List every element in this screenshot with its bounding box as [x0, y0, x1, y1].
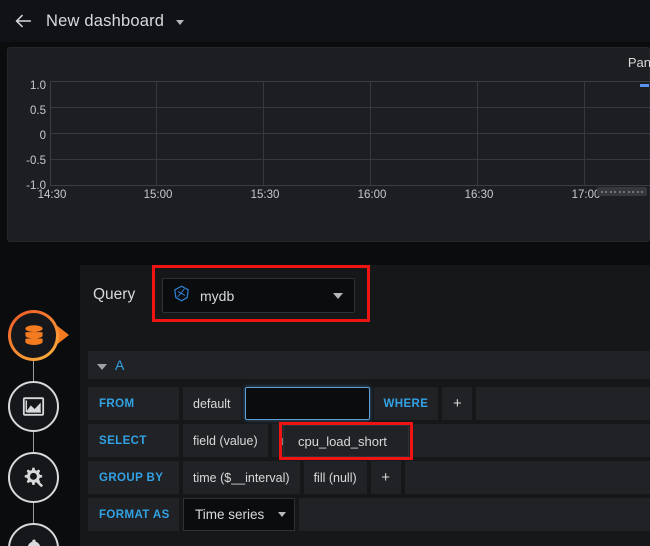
- query-editor-panel: Query mydb A FROM default WHERE + SELECT…: [80, 265, 650, 546]
- add-where-button[interactable]: +: [442, 387, 473, 420]
- grid-line-horizontal: [51, 133, 650, 134]
- query-label: Query: [93, 286, 136, 303]
- x-axis: 14:30 15:00 15:30 16:00 16:30 17:00: [8, 189, 650, 209]
- add-groupby-button[interactable]: +: [370, 461, 401, 494]
- from-policy-segment[interactable]: default: [183, 387, 241, 420]
- groupby-fill-segment[interactable]: fill (null): [303, 461, 367, 494]
- sidebar-item-alert[interactable]: [8, 523, 59, 546]
- x-tick-label: 16:30: [464, 189, 494, 201]
- plot-area[interactable]: [50, 81, 650, 186]
- grip-dot: [627, 190, 630, 193]
- where-label: WHERE: [373, 387, 439, 420]
- back-arrow-icon[interactable]: [10, 8, 36, 34]
- measurement-suggestion-item[interactable]: cpu_load_short: [283, 425, 409, 457]
- select-label: SELECT: [88, 424, 179, 457]
- panel-resize-handle[interactable]: [597, 187, 647, 196]
- grip-dot: [614, 190, 617, 193]
- x-tick-label: 15:00: [143, 189, 173, 201]
- chevron-down-icon[interactable]: [176, 20, 185, 25]
- format-as-value: Time series: [195, 507, 265, 522]
- query-row-groupby: GROUP BY time ($__interval) fill (null) …: [88, 461, 650, 494]
- query-header: Query mydb: [80, 265, 650, 325]
- dashboard-title[interactable]: New dashboard: [46, 12, 164, 31]
- sidebar-item-queries[interactable]: [8, 310, 69, 361]
- top-navigation-bar: New dashboard: [0, 0, 650, 42]
- x-tick-label: 14:30: [37, 189, 67, 201]
- y-tick-label: 0: [39, 130, 46, 142]
- grip-dot: [623, 190, 626, 193]
- grid-line-vertical: [584, 82, 585, 185]
- groupby-time-segment[interactable]: time ($__interval): [183, 461, 300, 494]
- groupby-label: GROUP BY: [88, 461, 179, 494]
- y-tick-label: 1.0: [30, 80, 46, 92]
- formatas-label: FORMAT AS: [88, 498, 179, 531]
- query-row-letter: A: [115, 357, 125, 373]
- grip-dot: [609, 190, 612, 193]
- panel-title[interactable]: Pan: [628, 55, 650, 70]
- queries-circle: [8, 310, 59, 361]
- grip-dot: [618, 190, 621, 193]
- time-series-chart: 1.0 0.5 0 -0.5 -1.0 14:30 15:00 15:30 16…: [8, 80, 650, 211]
- from-label: FROM: [88, 387, 179, 420]
- grip-dot: [600, 190, 603, 193]
- grip-dot: [605, 190, 608, 193]
- query-row-header-a[interactable]: A: [88, 351, 650, 379]
- panel-preview: Pan 1.0 0.5 0 -0.5 -1.0 14:30 15:00 15:3…: [7, 47, 650, 242]
- grid-line-horizontal: [51, 107, 650, 108]
- graph-panel-icon: [8, 381, 59, 432]
- grid-line-vertical: [477, 82, 478, 185]
- select-row-filler: [372, 424, 650, 457]
- from-row-filler: [476, 387, 650, 420]
- series-legend-swatch: [640, 84, 649, 87]
- datasource-name: mydb: [200, 287, 235, 304]
- measurement-input[interactable]: [244, 387, 370, 420]
- groupby-row-filler: [404, 461, 650, 494]
- y-tick-label: -0.5: [26, 155, 46, 167]
- grid-line-vertical: [370, 82, 371, 185]
- y-tick-label: 0.5: [30, 105, 46, 117]
- grid-line-vertical: [156, 82, 157, 185]
- grip-dot: [632, 190, 635, 193]
- select-field-segment[interactable]: field (value): [183, 424, 268, 457]
- y-axis: 1.0 0.5 0 -0.5 -1.0: [8, 80, 46, 196]
- chevron-down-icon: [278, 512, 286, 517]
- database-icon: [11, 313, 56, 358]
- datasource-picker[interactable]: mydb: [162, 278, 355, 313]
- grid-line-horizontal: [51, 159, 650, 160]
- format-as-select[interactable]: Time series: [183, 498, 295, 531]
- grafana-panel-edit-screen: New dashboard Pan 1.0 0.5 0 -0.5 -1.0 14…: [0, 0, 650, 546]
- x-tick-label: 15:30: [250, 189, 280, 201]
- grip-dot: [641, 190, 644, 193]
- sidebar-item-transform[interactable]: [8, 452, 59, 503]
- influxdb-icon: [172, 284, 191, 308]
- wrench-gear-icon: [8, 452, 59, 503]
- formatas-row-filler: [299, 498, 650, 531]
- chevron-down-icon[interactable]: [97, 363, 107, 370]
- x-tick-label: 16:00: [357, 189, 387, 201]
- panel-edit-sidebar: [0, 300, 75, 546]
- chevron-down-icon: [333, 292, 343, 299]
- groupby-time-text: time ($__interval): [193, 470, 290, 485]
- sidebar-item-visualization[interactable]: [8, 381, 59, 432]
- query-row-from: FROM default WHERE +: [88, 387, 650, 420]
- bell-icon: [8, 523, 59, 546]
- query-row-formatas: FORMAT AS Time series: [88, 498, 650, 531]
- query-builder-grid: FROM default WHERE + SELECT field (value…: [88, 387, 650, 535]
- grip-dot: [636, 190, 639, 193]
- grid-line-vertical: [263, 82, 264, 185]
